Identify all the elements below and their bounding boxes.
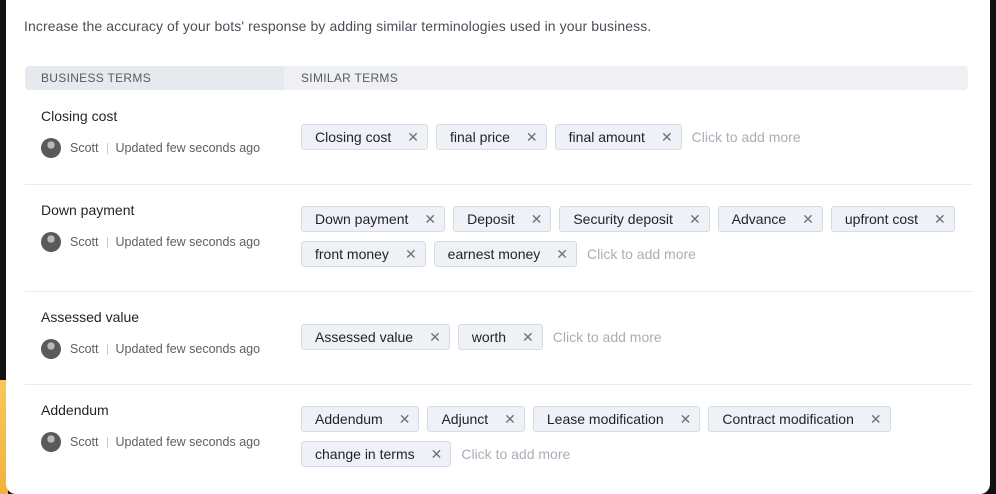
term-chip[interactable]: Adjunct ✕ bbox=[427, 406, 525, 432]
avatar bbox=[41, 138, 61, 158]
close-icon[interactable]: ✕ bbox=[661, 130, 673, 144]
close-icon[interactable]: ✕ bbox=[407, 130, 419, 144]
intro-text: Increase the accuracy of your bots' resp… bbox=[24, 18, 652, 34]
close-icon[interactable]: ✕ bbox=[504, 412, 516, 426]
term-chip-label: earnest money bbox=[447, 246, 541, 262]
add-term-input[interactable]: Click to add more bbox=[461, 446, 570, 462]
term-chip-label: Contract modification bbox=[722, 411, 854, 427]
close-icon[interactable]: ✕ bbox=[870, 412, 882, 426]
column-header-business-terms: BUSINESS TERMS bbox=[41, 71, 152, 85]
close-icon[interactable]: ✕ bbox=[399, 412, 411, 426]
author-name: Scott bbox=[70, 235, 99, 249]
table-row: Addendum Scott Updated few seconds ago A… bbox=[25, 385, 972, 494]
term-chip[interactable]: worth ✕ bbox=[457, 324, 543, 350]
close-icon[interactable]: ✕ bbox=[431, 447, 443, 461]
term-chip[interactable]: change in terms ✕ bbox=[301, 441, 452, 467]
close-icon[interactable]: ✕ bbox=[526, 130, 538, 144]
term-chip-label: Deposit bbox=[467, 211, 515, 227]
table-row: Down payment Scott Updated few seconds a… bbox=[25, 185, 972, 292]
avatar bbox=[41, 339, 61, 359]
term-chip-label: upfront cost bbox=[844, 211, 919, 227]
close-icon[interactable]: ✕ bbox=[531, 212, 543, 226]
close-icon[interactable]: ✕ bbox=[680, 412, 692, 426]
term-chip[interactable]: Closing cost ✕ bbox=[301, 124, 428, 150]
term-chip-label: change in terms bbox=[315, 446, 415, 462]
term-chip-label: Advance bbox=[731, 211, 787, 227]
term-chip[interactable]: Down payment ✕ bbox=[301, 206, 446, 232]
term-chip-label: Security deposit bbox=[573, 211, 673, 227]
similar-terms-list: Assessed value ✕ worth ✕ Click to add more bbox=[301, 324, 981, 350]
term-chip[interactable]: final price ✕ bbox=[436, 124, 547, 150]
term-meta: Scott Updated few seconds ago bbox=[41, 339, 260, 359]
close-icon[interactable]: ✕ bbox=[429, 330, 441, 344]
term-chip-label: final amount bbox=[568, 129, 645, 145]
term-chip-label: Assessed value bbox=[315, 329, 414, 345]
column-header-similar-terms: SIMILAR TERMS bbox=[301, 71, 399, 85]
term-chip[interactable]: Contract modification ✕ bbox=[708, 406, 891, 432]
updated-time: Updated few seconds ago bbox=[115, 342, 261, 356]
avatar bbox=[41, 232, 61, 252]
close-icon[interactable]: ✕ bbox=[934, 212, 946, 226]
term-chip[interactable]: Lease modification ✕ bbox=[532, 406, 701, 432]
term-meta: Scott Updated few seconds ago bbox=[41, 432, 260, 452]
similar-terms-panel: Increase the accuracy of your bots' resp… bbox=[6, 0, 990, 494]
meta-divider bbox=[106, 236, 108, 248]
meta-divider bbox=[106, 436, 108, 448]
similar-terms-list: Addendum ✕ Adjunct ✕ Lease modification ✕ C… bbox=[301, 406, 981, 467]
term-chip[interactable]: Security deposit ✕ bbox=[559, 206, 710, 232]
term-chip[interactable]: front money ✕ bbox=[301, 241, 426, 267]
business-term-name: Addendum bbox=[41, 402, 109, 418]
meta-divider bbox=[106, 343, 108, 355]
add-term-input[interactable]: Click to add more bbox=[692, 129, 801, 145]
business-term-name: Down payment bbox=[41, 202, 135, 218]
author-name: Scott bbox=[70, 342, 99, 356]
term-meta: Scott Updated few seconds ago bbox=[41, 232, 260, 252]
author-name: Scott bbox=[70, 435, 99, 449]
term-chip-label: worth bbox=[471, 329, 507, 345]
updated-time: Updated few seconds ago bbox=[115, 235, 261, 249]
term-chip-label: front money bbox=[315, 246, 389, 262]
term-chip[interactable]: Advance ✕ bbox=[717, 206, 823, 232]
term-chip[interactable]: earnest money ✕ bbox=[433, 241, 578, 267]
add-term-input[interactable]: Click to add more bbox=[553, 329, 662, 345]
term-chip-label: Adjunct bbox=[441, 411, 489, 427]
meta-divider bbox=[106, 142, 108, 154]
close-icon[interactable]: ✕ bbox=[689, 212, 701, 226]
term-meta: Scott Updated few seconds ago bbox=[41, 138, 260, 158]
term-chip[interactable]: Assessed value ✕ bbox=[301, 324, 450, 350]
table-row: Closing cost Scott Updated few seconds a… bbox=[25, 92, 972, 185]
term-chip-label: Lease modification bbox=[546, 411, 664, 427]
term-chip[interactable]: upfront cost ✕ bbox=[830, 206, 955, 232]
author-name: Scott bbox=[70, 141, 99, 155]
similar-terms-list: Closing cost ✕ final price ✕ final amount ✕… bbox=[301, 124, 981, 150]
table-header: BUSINESS TERMS SIMILAR TERMS bbox=[25, 66, 968, 90]
term-chip[interactable]: Addendum ✕ bbox=[301, 406, 420, 432]
add-term-input[interactable]: Click to add more bbox=[587, 246, 696, 262]
term-chip-label: final price bbox=[450, 129, 510, 145]
table-row: Assessed value Scott Updated few seconds… bbox=[25, 292, 972, 385]
close-icon[interactable]: ✕ bbox=[405, 247, 417, 261]
term-chip-label: Down payment bbox=[315, 211, 409, 227]
term-chip[interactable]: final amount ✕ bbox=[554, 124, 682, 150]
business-term-name: Closing cost bbox=[41, 108, 118, 124]
avatar bbox=[41, 432, 61, 452]
close-icon[interactable]: ✕ bbox=[802, 212, 814, 226]
term-chip-label: Closing cost bbox=[315, 129, 392, 145]
close-icon[interactable]: ✕ bbox=[424, 212, 436, 226]
updated-time: Updated few seconds ago bbox=[115, 141, 261, 155]
term-chip-label: Addendum bbox=[315, 411, 383, 427]
updated-time: Updated few seconds ago bbox=[115, 435, 261, 449]
business-term-name: Assessed value bbox=[41, 309, 140, 325]
close-icon[interactable]: ✕ bbox=[522, 330, 534, 344]
similar-terms-list: Down payment ✕ Deposit ✕ Security deposit ✕… bbox=[301, 206, 981, 267]
term-chip[interactable]: Deposit ✕ bbox=[453, 206, 552, 232]
close-icon[interactable]: ✕ bbox=[556, 247, 568, 261]
